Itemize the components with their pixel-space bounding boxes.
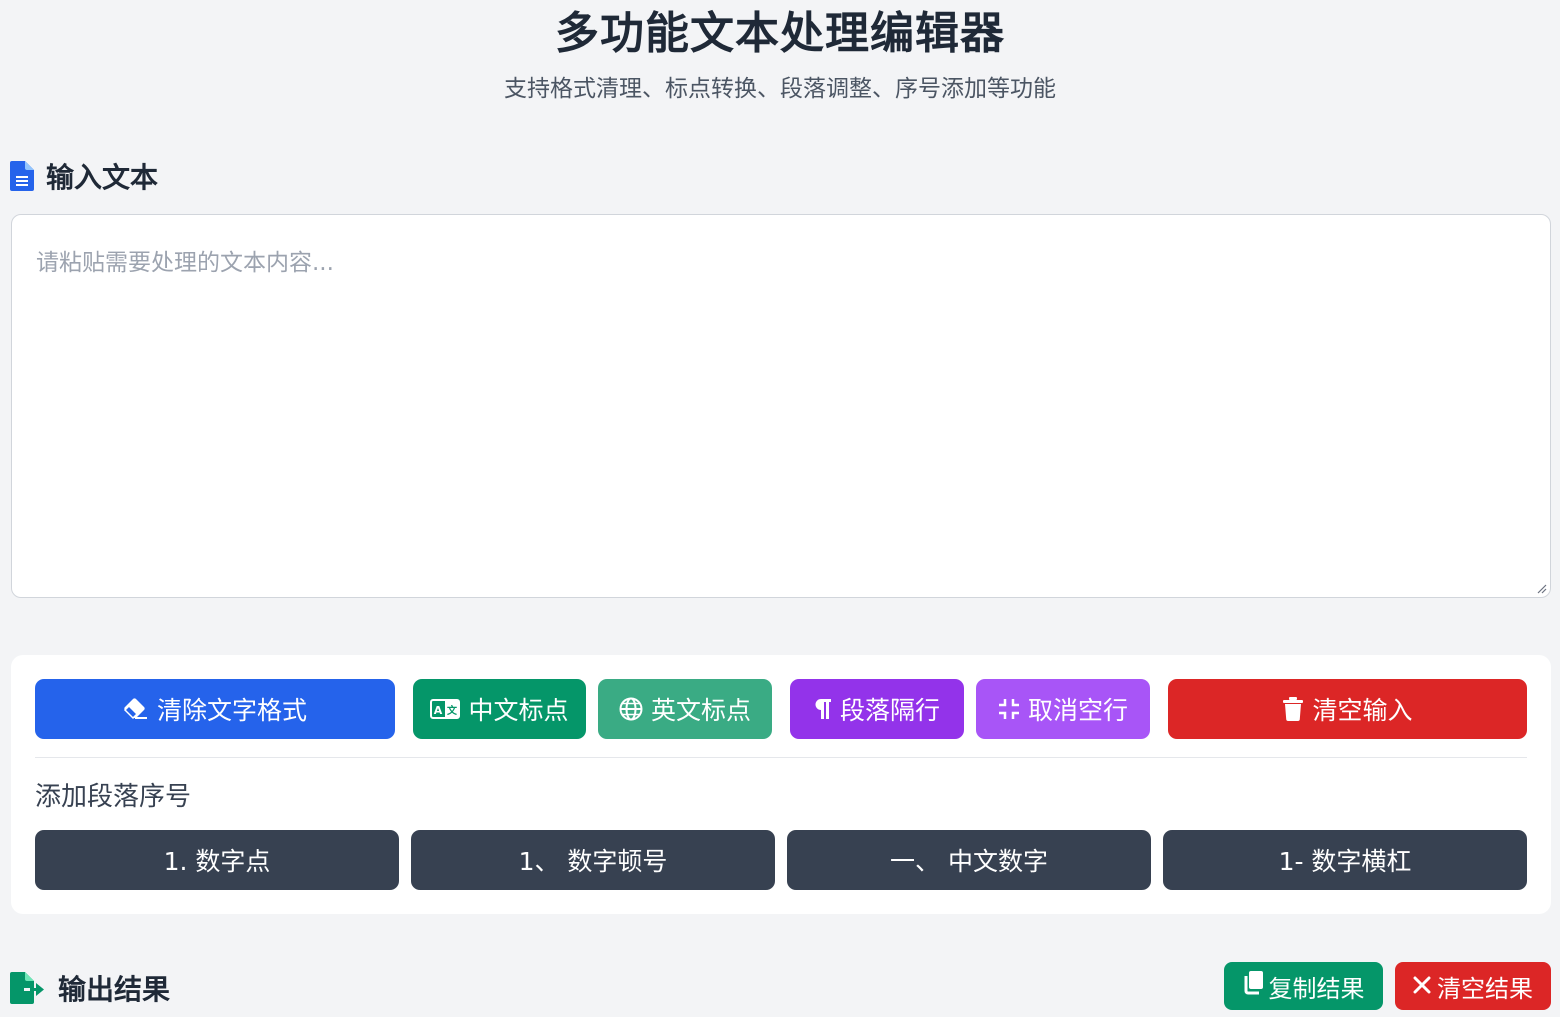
english-punctuation-label: 英文标点: [650, 696, 751, 725]
numbering-comma-label: 1、 数字顿号: [518, 847, 668, 876]
toolbar-panel: 清除文字格式 A 文 中文标点 英文标点 段落隔行 取消空行 清空输入 添加段落…: [11, 655, 1551, 914]
close-icon: [1413, 972, 1431, 1000]
eraser-icon: [123, 698, 149, 720]
resize-handle-icon[interactable]: [1535, 582, 1547, 594]
paragraph-icon: [814, 698, 832, 720]
input-section-heading: 输入文本: [10, 156, 158, 196]
chinese-punctuation-button[interactable]: A 文 中文标点: [413, 679, 586, 739]
numbering-chinese-button[interactable]: 一、 中文数字: [787, 830, 1151, 890]
numbering-dot-button[interactable]: 1. 数字点: [35, 830, 399, 890]
numbering-comma-button[interactable]: 1、 数字顿号: [411, 830, 775, 890]
chinese-punctuation-label: 中文标点: [468, 696, 569, 725]
language-icon: A 文: [430, 698, 461, 720]
compress-icon: [998, 698, 1020, 720]
globe-icon: [619, 697, 643, 721]
copy-icon: [1243, 971, 1263, 1001]
page-title: 多功能文本处理编辑器: [555, 8, 1005, 59]
paragraph-spacing-label: 段落隔行: [839, 696, 940, 725]
svg-text:文: 文: [447, 704, 458, 717]
input-heading-text: 输入文本: [46, 161, 159, 194]
page: 多功能文本处理编辑器 支持格式清理、标点转换、段落调整、序号添加等功能 输入文本: [0, 0, 1560, 1017]
page-subtitle: 支持格式清理、标点转换、段落调整、序号添加等功能: [504, 76, 1056, 102]
file-export-icon: [10, 972, 46, 1004]
file-text-icon: [10, 161, 34, 191]
copy-result-button[interactable]: 复制结果: [1224, 962, 1383, 1010]
remove-blank-lines-button[interactable]: 取消空行: [976, 679, 1150, 739]
clear-result-button[interactable]: 清空结果: [1395, 962, 1551, 1010]
trash-icon: [1282, 697, 1304, 721]
clear-format-button[interactable]: 清除文字格式: [35, 679, 395, 739]
numbering-dot-label: 1. 数字点: [163, 847, 271, 876]
clear-result-label: 清空结果: [1437, 974, 1533, 1003]
remove-blank-lines-label: 取消空行: [1027, 696, 1128, 725]
toolbar-divider: [35, 757, 1527, 758]
paragraph-spacing-button[interactable]: 段落隔行: [790, 679, 964, 739]
clear-input-button[interactable]: 清空输入: [1168, 679, 1527, 739]
input-textarea-container: [11, 214, 1551, 598]
numbering-label: 添加段落序号: [35, 782, 192, 812]
numbering-dash-button[interactable]: 1- 数字横杠: [1163, 830, 1527, 890]
output-heading-text: 输出结果: [58, 973, 171, 1006]
clear-format-label: 清除文字格式: [156, 696, 307, 725]
numbering-dash-label: 1- 数字横杠: [1278, 847, 1412, 876]
svg-text:A: A: [434, 704, 443, 717]
input-textarea[interactable]: [12, 215, 1550, 597]
output-section-heading: 输出结果: [10, 966, 170, 1010]
clear-input-label: 清空输入: [1312, 696, 1413, 725]
copy-result-label: 复制结果: [1268, 974, 1365, 1003]
numbering-chinese-label: 一、 中文数字: [890, 847, 1048, 876]
english-punctuation-button[interactable]: 英文标点: [598, 679, 772, 739]
